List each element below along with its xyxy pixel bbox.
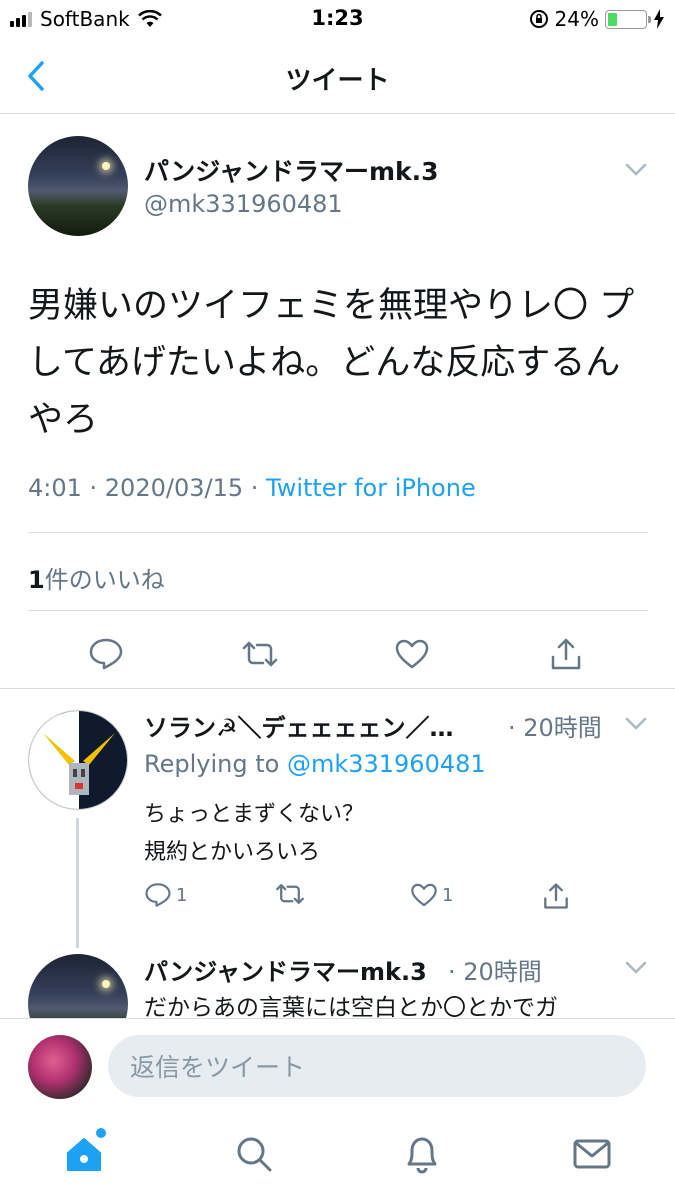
- like-count: 1: [442, 884, 454, 906]
- divider: [28, 610, 648, 611]
- reply-text: ちょっとまずくない？ 規約とかいろいろ: [144, 802, 365, 865]
- tab-bar: [0, 1114, 675, 1200]
- tweet-actions: [28, 636, 648, 672]
- chevron-down-icon[interactable]: [624, 960, 648, 976]
- battery-percent: 24%: [554, 7, 599, 31]
- retweet-button[interactable]: [240, 636, 280, 672]
- battery-icon: [605, 9, 651, 29]
- tab-messages[interactable]: [570, 1132, 614, 1176]
- share-button[interactable]: [546, 636, 586, 672]
- likes-count: 1: [28, 566, 45, 594]
- tweet-author-handle[interactable]: @mk331960481: [144, 190, 343, 218]
- notification-dot: [96, 1128, 106, 1138]
- reply-input[interactable]: 返信をツイート: [108, 1035, 646, 1097]
- replying-to-label: Replying to: [144, 750, 287, 778]
- tweet-timestamp: 4:01 · 2020/03/15 ·: [28, 474, 266, 502]
- tweet-source-link[interactable]: Twitter for iPhone: [266, 474, 476, 502]
- reply-input-placeholder: 返信をツイート: [130, 1053, 306, 1082]
- replying-to: Replying to @mk331960481: [144, 750, 486, 778]
- thread-line: [76, 818, 79, 948]
- tweet-author-name[interactable]: パンジャンドラマーmk.3: [144, 152, 439, 188]
- retweet-button[interactable]: [274, 882, 310, 906]
- envelope-icon: [573, 1139, 611, 1169]
- avatar[interactable]: [28, 954, 128, 1018]
- bell-icon: [407, 1137, 437, 1174]
- replying-to-mention[interactable]: @mk331960481: [287, 750, 486, 778]
- reply-button[interactable]: 1: [144, 882, 187, 908]
- section-divider: [0, 688, 675, 689]
- status-bar: SoftBank 1:23 24%: [0, 0, 675, 38]
- navigation-bar: ツイート: [0, 38, 675, 114]
- like-button[interactable]: [392, 636, 432, 672]
- reply-author-name[interactable]: ソラン☭＼デェェェェン／…: [144, 708, 499, 743]
- search-icon: [237, 1137, 272, 1172]
- share-icon: [551, 638, 581, 670]
- retweet-icon: [276, 884, 304, 904]
- tab-notifications[interactable]: [400, 1132, 444, 1176]
- retweet-icon: [242, 641, 278, 667]
- page-title: ツイート: [285, 66, 390, 96]
- heart-icon: [411, 883, 437, 907]
- tab-home[interactable]: [62, 1128, 106, 1176]
- reply-count: 1: [176, 884, 188, 906]
- orientation-lock-icon: [529, 10, 548, 28]
- chevron-down-icon[interactable]: [624, 716, 648, 732]
- likes-label: 件のいいね: [44, 566, 165, 594]
- reply-author-name[interactable]: パンジャンドラマーmk.3: [144, 952, 427, 987]
- reply-composer: 返信をツイート: [0, 1018, 675, 1114]
- avatar[interactable]: [28, 710, 128, 810]
- home-icon: [67, 1138, 101, 1171]
- reply-icon: [145, 883, 171, 907]
- likes-summary[interactable]: 1件のいいね: [28, 560, 165, 595]
- reply-icon: [89, 638, 123, 670]
- tweet-text: 男嫌いのツイフェミを無理やりレ〇 プしてあげたいよね。どんな反応するんやろ: [28, 286, 635, 440]
- tweet-meta: 4:01 · 2020/03/15 · Twitter for iPhone: [28, 474, 476, 502]
- reply-actions: 1 1: [144, 882, 644, 916]
- gundam-emblem-icon: [43, 733, 115, 795]
- avatar[interactable]: [28, 136, 128, 236]
- tab-search[interactable]: [232, 1132, 276, 1176]
- reply-tweet[interactable]: パンジャンドラマーmk.3 · 20時間 だからあの言葉には空白とか〇とかでガ: [28, 950, 648, 1018]
- reply-timestamp: · 20時間: [508, 714, 602, 742]
- share-icon: [544, 883, 568, 909]
- charging-bolt-icon: [654, 9, 664, 29]
- like-button[interactable]: 1: [410, 882, 453, 908]
- current-user-avatar[interactable]: [28, 1035, 92, 1099]
- divider: [28, 532, 648, 533]
- share-button[interactable]: [542, 882, 570, 910]
- chevron-down-icon[interactable]: [624, 162, 648, 178]
- reply-text: だからあの言葉には空白とか〇とかでガ: [144, 995, 558, 1018]
- heart-icon: [395, 639, 429, 669]
- reply-button[interactable]: [86, 636, 126, 672]
- reply-timestamp: · 20時間: [448, 958, 542, 986]
